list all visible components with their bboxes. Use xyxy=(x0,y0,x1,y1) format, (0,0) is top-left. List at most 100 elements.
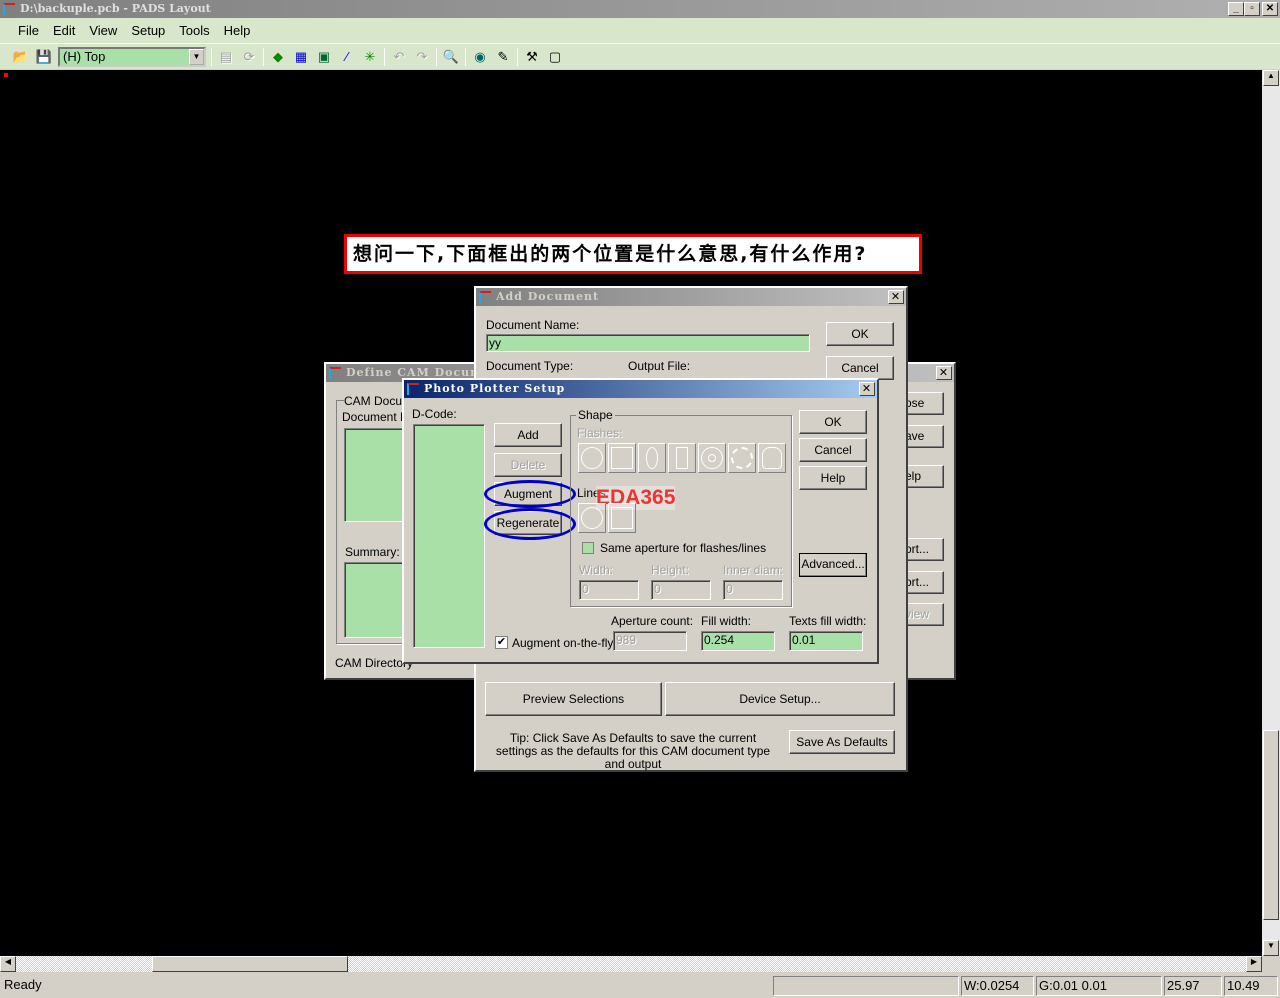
window-title: D:\backuple.pcb - PADS Layout xyxy=(20,2,211,15)
flashes-label: Flashes: xyxy=(577,426,623,440)
same-aperture-checkbox[interactable] xyxy=(582,542,594,554)
menu-setup[interactable]: Setup xyxy=(131,23,165,38)
close-button[interactable]: ✕ xyxy=(1262,2,1278,16)
close-icon[interactable]: ✕ xyxy=(859,382,875,396)
menu-help[interactable]: Help xyxy=(224,23,251,38)
help-button[interactable]: Help xyxy=(799,466,867,490)
highlight-ellipse xyxy=(484,480,576,508)
close-button[interactable]: ose xyxy=(904,392,944,415)
round-line-icon[interactable] xyxy=(578,503,606,533)
save-icon[interactable]: 💾 xyxy=(35,48,53,66)
undo-icon[interactable]: ↶ xyxy=(390,48,408,66)
preview-button[interactable]: view xyxy=(904,603,944,626)
fill-width-input[interactable]: 0.254 xyxy=(701,631,775,651)
maximize-button[interactable]: ▫ xyxy=(1244,2,1260,16)
texts-fill-width-label: Texts fill width: xyxy=(789,614,867,628)
pin-icon[interactable]: ✳ xyxy=(361,48,379,66)
ok-button[interactable]: OK xyxy=(799,410,867,434)
document-list[interactable] xyxy=(344,428,404,522)
horizontal-scrollbar[interactable]: ◀ ▶ xyxy=(0,956,1262,972)
delete-button[interactable]: Delete xyxy=(494,453,562,477)
help-button[interactable]: elp xyxy=(904,465,944,488)
menu-file[interactable]: File xyxy=(18,23,39,38)
augment-on-the-fly-checkbox[interactable]: ✔ xyxy=(495,636,508,649)
preview-selections-button[interactable]: Preview Selections xyxy=(485,682,662,716)
paint-icon[interactable]: ✎ xyxy=(494,48,512,66)
export-button[interactable]: ort... xyxy=(904,571,944,594)
status-bar: Ready W:0.0254 G:0.01 0.01 25.97 10.49 xyxy=(0,974,1280,998)
h-scroll-thumb[interactable] xyxy=(152,956,348,972)
origin-marker xyxy=(4,73,8,77)
separator xyxy=(384,48,385,66)
height-input[interactable]: 0 xyxy=(651,580,711,600)
menu-view[interactable]: View xyxy=(89,23,117,38)
properties-icon[interactable]: ▤ xyxy=(217,48,235,66)
window-icon[interactable]: ▢ xyxy=(546,48,564,66)
hammer-icon[interactable]: ⚒ xyxy=(523,48,541,66)
rectangle-flash-icon[interactable] xyxy=(668,443,696,473)
ok-button[interactable]: OK xyxy=(826,322,894,346)
connection-icon[interactable]: ⁄ xyxy=(338,48,356,66)
save-as-defaults-button[interactable]: Save As Defaults xyxy=(789,730,895,754)
separator xyxy=(436,48,437,66)
scroll-up-button[interactable]: ▲ xyxy=(1263,70,1279,86)
minimize-button[interactable]: _ xyxy=(1228,2,1244,16)
redo-icon[interactable]: ↷ xyxy=(413,48,431,66)
zoom-icon[interactable]: 🔍 xyxy=(442,48,460,66)
same-aperture-label: Same aperture for flashes/lines xyxy=(600,541,767,555)
menu-bar: File Edit View Setup Tools Help xyxy=(0,18,1280,43)
cancel-button[interactable]: Cancel xyxy=(799,438,867,462)
inner-diam-input[interactable]: 0 xyxy=(723,580,783,600)
scroll-thumb[interactable] xyxy=(1263,730,1279,920)
open-icon[interactable]: 📂 xyxy=(12,48,30,66)
output-file-label: Output File: xyxy=(628,359,691,373)
layer-select[interactable]: (H) Top ▼ xyxy=(58,47,206,67)
add-button[interactable]: Add xyxy=(494,423,562,447)
dcode-label: D-Code: xyxy=(412,407,457,421)
document-name-input[interactable]: yy xyxy=(486,334,810,352)
status-ready: Ready xyxy=(4,977,42,992)
document-type-label: Document Type: xyxy=(486,359,574,373)
close-icon[interactable]: ✕ xyxy=(936,366,952,380)
status-grid: G:0.01 0.01 xyxy=(1036,976,1162,996)
round-flash-icon[interactable] xyxy=(578,443,606,473)
shape-label: Shape xyxy=(576,408,615,422)
close-icon[interactable]: ✕ xyxy=(888,290,904,304)
app-icon xyxy=(3,3,15,15)
summary-box xyxy=(344,562,404,638)
odd-flash-icon[interactable] xyxy=(758,443,786,473)
save-button[interactable]: ave xyxy=(904,425,944,448)
app-icon xyxy=(329,367,341,379)
refresh-icon[interactable]: ⟳ xyxy=(240,48,258,66)
width-input[interactable]: 0 xyxy=(579,580,639,600)
annular-flash-icon[interactable] xyxy=(698,443,726,473)
aperture-count-input: 989 xyxy=(613,631,687,651)
advanced-button[interactable]: Advanced... xyxy=(799,553,867,577)
thermal-flash-icon[interactable] xyxy=(728,443,756,473)
board-icon[interactable]: ▣ xyxy=(315,48,333,66)
scroll-right-button[interactable]: ▶ xyxy=(1246,956,1262,972)
square-flash-icon[interactable] xyxy=(608,443,636,473)
square-line-icon[interactable] xyxy=(608,503,636,533)
import-button[interactable]: ort... xyxy=(904,538,944,561)
status-empty xyxy=(773,976,959,996)
texts-fill-width-input[interactable]: 0.01 xyxy=(789,631,863,651)
menu-edit[interactable]: Edit xyxy=(53,23,75,38)
title-bar: D:\backuple.pcb - PADS Layout xyxy=(0,0,1280,18)
scroll-down-button[interactable]: ▼ xyxy=(1263,940,1279,956)
scroll-left-button[interactable]: ◀ xyxy=(0,956,16,972)
add-component-icon[interactable]: ◆ xyxy=(269,48,287,66)
separator xyxy=(517,48,518,66)
route-icon[interactable]: ▦ xyxy=(292,48,310,66)
document-name-label: Document N xyxy=(342,410,409,424)
chevron-down-icon[interactable]: ▼ xyxy=(189,49,204,65)
vertical-scrollbar[interactable]: ▲ ▼ xyxy=(1262,70,1280,956)
dcode-list[interactable] xyxy=(413,424,485,648)
oval-flash-icon[interactable] xyxy=(638,443,666,473)
aperture-count-label: Aperture count: xyxy=(611,614,694,628)
cancel-button[interactable]: Cancel xyxy=(826,356,894,380)
device-setup-button[interactable]: Device Setup... xyxy=(665,682,895,716)
status-y: 10.49 xyxy=(1224,976,1278,996)
view-icon[interactable]: ◉ xyxy=(471,48,489,66)
menu-tools[interactable]: Tools xyxy=(179,23,209,38)
